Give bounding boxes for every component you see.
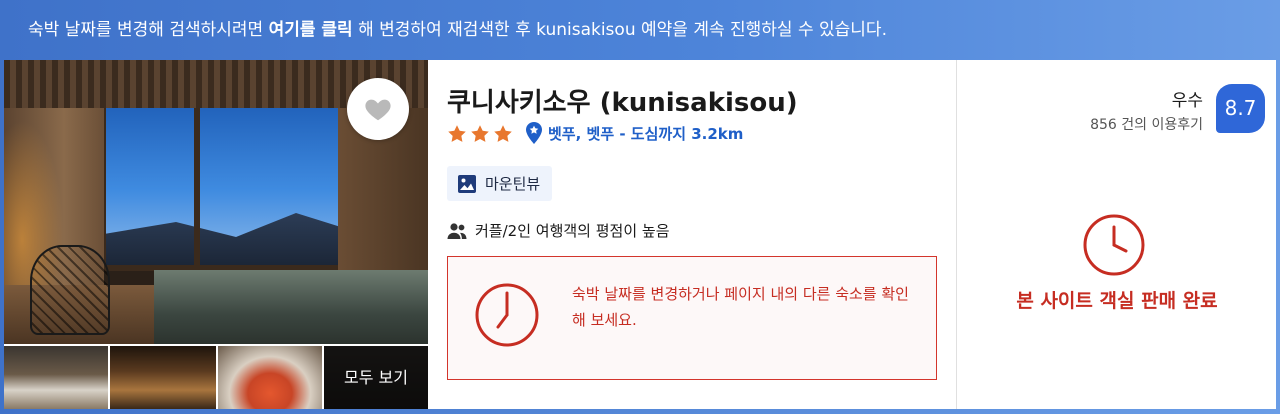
star-icon xyxy=(471,125,489,142)
heart-icon xyxy=(365,99,391,121)
thumbnail-lounge[interactable] xyxy=(110,346,216,409)
star-icon xyxy=(448,125,466,142)
banner-prefix-text: 숙박 날짜를 변경해 검색하시려면 xyxy=(28,20,269,40)
photo-window-mullion xyxy=(194,96,200,271)
review-score-badge[interactable]: 8.7 xyxy=(1216,84,1265,133)
people-icon xyxy=(447,222,467,239)
photo-open-air-bath xyxy=(154,270,428,344)
banner-suffix-text: 해 변경하여 재검색한 후 kunisakisou 예약을 계속 진행하실 수 … xyxy=(352,20,887,40)
star-rating xyxy=(447,124,513,144)
score-label: 우수 xyxy=(1171,91,1203,111)
mountain-view-tag[interactable]: 마운틴뷰 xyxy=(447,166,553,201)
see-all-label: 모두 보기 xyxy=(324,346,428,409)
image-icon xyxy=(458,174,476,193)
photo-window-frame xyxy=(100,96,350,271)
card-border-right xyxy=(1276,60,1280,414)
location-pin-icon xyxy=(526,122,542,144)
photo-lounge-chair xyxy=(30,245,110,335)
hotel-name[interactable]: 쿠니사키소우 (kunisakisou) xyxy=(447,82,798,119)
clock-icon xyxy=(1083,214,1145,276)
location-link[interactable]: 벳푸, 벳푸 - 도심까지 3.2km xyxy=(548,123,743,144)
column-divider xyxy=(956,60,957,410)
card-border-bottom xyxy=(0,409,1280,414)
star-icon xyxy=(494,125,512,142)
traveler-note-text: 커플/2인 여행객의 평점이 높음 xyxy=(475,222,670,240)
thumbnail-room[interactable] xyxy=(4,346,108,409)
traveler-highlight: 커플/2인 여행객의 평점이 높음 xyxy=(447,220,670,241)
alert-message: 숙박 날짜를 변경하거나 페이지 내의 다른 숙소를 확인해 보세요. xyxy=(572,285,909,329)
thumbnail-strip: 모두 보기 xyxy=(4,346,428,409)
thumbnail-crab-dinner[interactable] xyxy=(218,346,322,409)
date-change-banner: 숙박 날짜를 변경해 검색하시려면 여기를 클릭 해 변경하여 재검색한 후 k… xyxy=(0,0,1280,60)
favorite-button[interactable] xyxy=(347,78,409,140)
mountain-view-label: 마운틴뷰 xyxy=(485,175,541,193)
unavailable-alert: 숙박 날짜를 변경하거나 페이지 내의 다른 숙소를 확인해 보세요. xyxy=(447,256,937,380)
review-count[interactable]: 856 건의 이용후기 xyxy=(1090,114,1203,134)
see-all-photos-button[interactable]: 모두 보기 xyxy=(324,346,428,409)
property-card-frame: 숙박 날짜를 변경해 검색하시려면 여기를 클릭 해 변경하여 재검색한 후 k… xyxy=(0,0,1280,414)
banner-click-link[interactable]: 여기를 클릭 xyxy=(269,20,353,40)
sold-out-text: 본 사이트 객실 판매 완료 xyxy=(1016,290,1218,312)
clock-icon xyxy=(475,283,539,347)
